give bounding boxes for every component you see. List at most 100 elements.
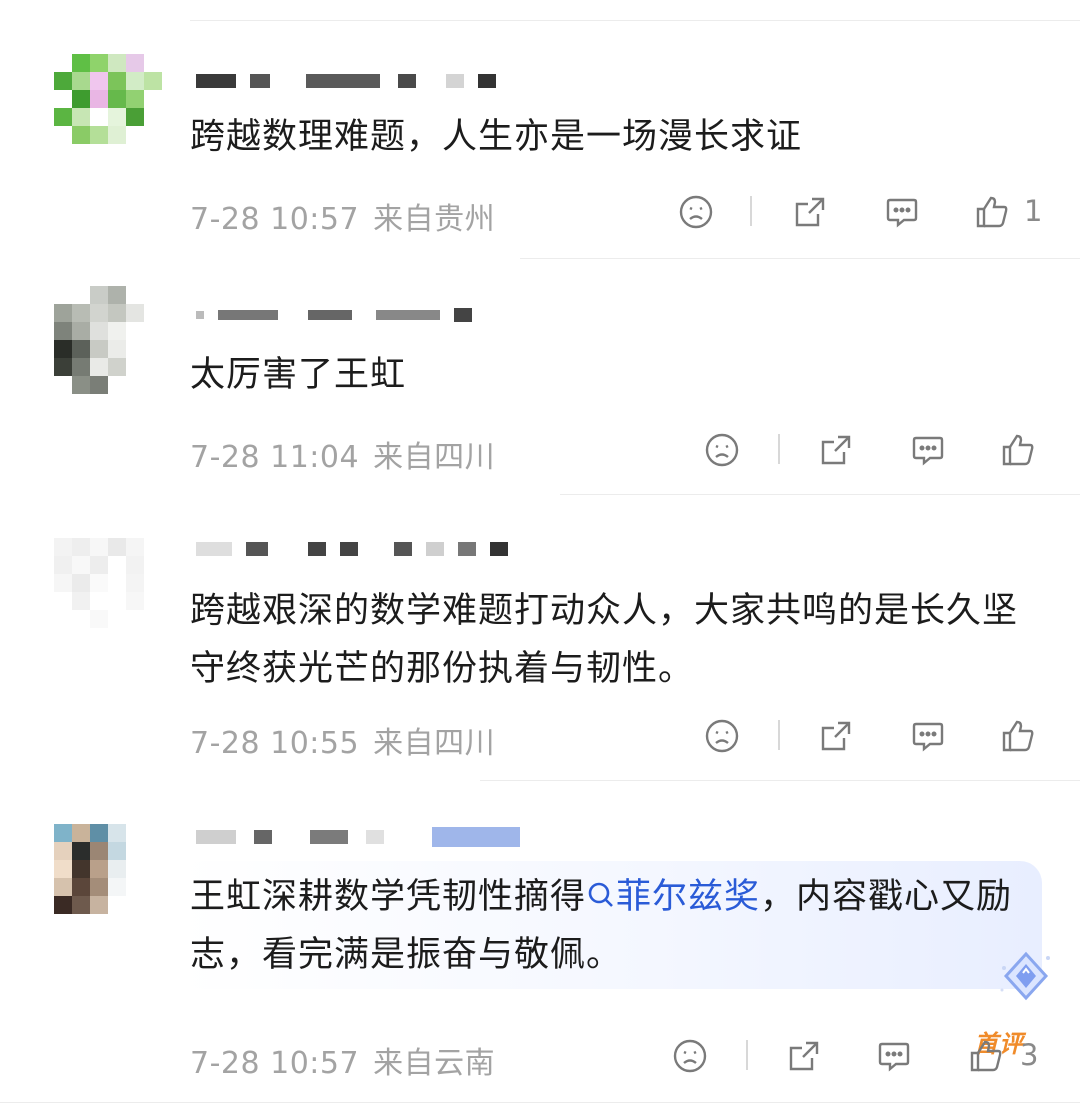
comment-time: 7-28 10:57 来自云南: [190, 1046, 496, 1081]
username-pixelated[interactable]: [196, 70, 496, 92]
avatar-pixel: [54, 824, 72, 842]
share-button[interactable]: [814, 428, 858, 472]
comment-meta: 7-28 11:04 来自四川: [0, 428, 1080, 475]
comment-bubble-icon: [886, 198, 918, 228]
avatar[interactable]: [54, 538, 162, 646]
avatar-pixel: [90, 860, 108, 878]
avatar-pixel: [90, 556, 108, 574]
action-separator: [746, 1040, 748, 1070]
avatar-pixel: [108, 72, 126, 90]
share-icon: [821, 721, 851, 751]
avatar-pixel: [90, 126, 108, 144]
avatar-pixel: [108, 860, 126, 878]
avatar[interactable]: [54, 54, 162, 162]
avatar-pixel: [54, 376, 72, 394]
avatar-pixel: [126, 304, 144, 322]
comment-text: 跨越艰深的数学难题打动众人，大家共鸣的是长久坚守终获光芒的那份执着与韧性。: [190, 591, 1019, 689]
like-button[interactable]: [964, 1034, 1008, 1078]
avatar-pixel: [126, 322, 144, 340]
avatar-pixel: [54, 592, 72, 610]
avatar-pixel: [54, 610, 72, 628]
avatar-pixel: [144, 538, 162, 556]
avatar-pixel: [54, 340, 72, 358]
avatar-pixel: [54, 896, 72, 914]
reply-button[interactable]: [872, 1034, 916, 1078]
avatar-pixel: [144, 304, 162, 322]
avatar-pixel: [54, 358, 72, 376]
share-button[interactable]: [788, 190, 832, 234]
avatar-pixel: [144, 610, 162, 628]
share-button[interactable]: [782, 1034, 826, 1078]
avatar-pixel: [144, 896, 162, 914]
avatar-pixel: [126, 72, 144, 90]
username-pixelated[interactable]: [196, 826, 520, 848]
dislike-button[interactable]: [668, 1034, 712, 1078]
sad-face-icon: [679, 195, 713, 229]
avatar-pixel: [126, 358, 144, 376]
avatar-pixel: [90, 574, 108, 592]
avatar-pixel: [108, 538, 126, 556]
avatar-pixel: [90, 376, 108, 394]
dislike-button[interactable]: [674, 190, 718, 234]
avatar-pixel: [54, 126, 72, 144]
thumbs-up-icon: [1002, 720, 1034, 752]
avatar[interactable]: [54, 286, 162, 394]
avatar-pixel: [108, 592, 126, 610]
avatar-pixel: [72, 376, 90, 394]
avatar-pixel: [144, 108, 162, 126]
avatar-pixel: [54, 304, 72, 322]
avatar-pixel: [54, 54, 72, 72]
avatar-pixel: [90, 842, 108, 860]
reply-button[interactable]: [906, 714, 950, 758]
like-button[interactable]: [996, 428, 1040, 472]
username-pixelated[interactable]: [196, 304, 472, 326]
avatar-pixel: [126, 628, 144, 646]
comment-meta: 7-28 10:57 来自云南 3: [0, 1034, 1080, 1081]
avatar-pixel: [108, 322, 126, 340]
avatar-pixel: [72, 54, 90, 72]
avatar-pixel: [72, 824, 90, 842]
avatar-pixel: [54, 90, 72, 108]
avatar-pixel: [72, 556, 90, 574]
avatar-pixel: [72, 538, 90, 556]
username-pixelated[interactable]: [196, 538, 508, 560]
avatar-pixel: [108, 126, 126, 144]
avatar-pixel: [108, 610, 126, 628]
avatar-pixel: [108, 824, 126, 842]
like-button[interactable]: [970, 190, 1014, 234]
dislike-button[interactable]: [700, 428, 744, 472]
avatar-pixel: [126, 108, 144, 126]
avatar-pixel: [72, 842, 90, 860]
sad-face-icon: [673, 1039, 707, 1073]
avatar-pixel: [126, 556, 144, 574]
avatar-pixel: [108, 896, 126, 914]
avatar-pixel: [54, 556, 72, 574]
reply-button[interactable]: [906, 428, 950, 472]
avatar-pixel: [144, 556, 162, 574]
avatar-pixel: [144, 340, 162, 358]
avatar-pixel: [54, 72, 72, 90]
avatar-pixel: [90, 90, 108, 108]
avatar[interactable]: [54, 824, 162, 932]
avatar-pixel: [90, 108, 108, 126]
avatar-pixel: [144, 574, 162, 592]
avatar-pixel: [54, 574, 72, 592]
avatar-pixel: [108, 304, 126, 322]
avatar-pixel: [126, 914, 144, 932]
search-link-fields-medal[interactable]: 菲尔兹奖: [586, 877, 760, 917]
avatar-pixel: [108, 144, 126, 162]
avatar-pixel: [72, 340, 90, 358]
avatar-pixel: [72, 610, 90, 628]
dislike-button[interactable]: [700, 714, 744, 758]
reply-button[interactable]: [880, 190, 924, 234]
comment-bubble-icon: [912, 722, 944, 752]
like-button[interactable]: [996, 714, 1040, 758]
avatar-pixel: [72, 304, 90, 322]
share-button[interactable]: [814, 714, 858, 758]
avatar-pixel: [72, 878, 90, 896]
avatar-pixel: [144, 126, 162, 144]
avatar-pixel: [144, 824, 162, 842]
avatar-pixel: [108, 286, 126, 304]
avatar-pixel: [126, 144, 144, 162]
comment-divider: [0, 1102, 1080, 1103]
